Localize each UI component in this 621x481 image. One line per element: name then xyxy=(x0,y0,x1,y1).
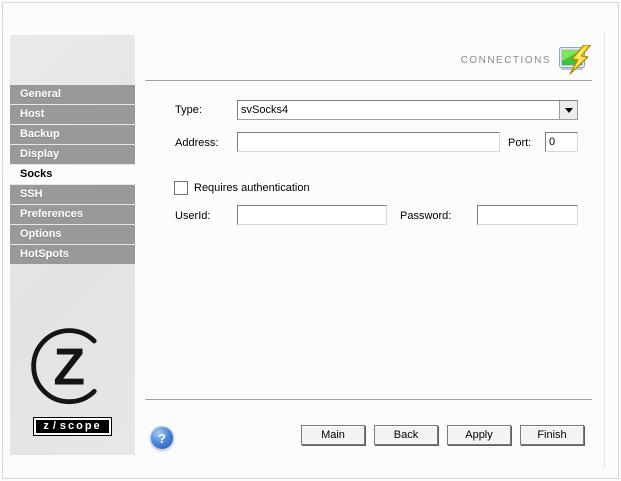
finish-button[interactable]: Finish xyxy=(520,425,584,445)
userid-input[interactable] xyxy=(237,205,387,225)
zscope-logo: Z z / scope xyxy=(10,322,135,436)
sidebar-item-ssh[interactable]: SSH xyxy=(10,185,135,204)
port-input[interactable] xyxy=(545,132,578,152)
type-dropdown-value: svSocks4 xyxy=(241,104,289,116)
type-label: Type: xyxy=(175,104,202,116)
main-button[interactable]: Main xyxy=(301,425,365,445)
apply-button[interactable]: Apply xyxy=(447,425,511,445)
sidebar-item-hotspots[interactable]: HotSpots xyxy=(10,245,135,264)
zscope-z-mark-icon: Z xyxy=(30,328,107,405)
sidebar-menu: General Host Backup Display Socks SSH Pr… xyxy=(10,85,135,265)
chevron-down-icon xyxy=(564,107,573,113)
wordmark-slash: / xyxy=(52,420,58,432)
sidebar-item-general[interactable]: General xyxy=(10,85,135,104)
display-lightning-icon xyxy=(559,45,592,75)
wordmark-z: z xyxy=(43,420,51,432)
sidebar-item-host[interactable]: Host xyxy=(10,105,135,124)
back-button[interactable]: Back xyxy=(374,425,438,445)
header-divider xyxy=(145,80,592,81)
help-icon[interactable]: ? xyxy=(150,426,174,450)
footer-divider xyxy=(145,399,592,400)
sidebar: General Host Backup Display Socks SSH Pr… xyxy=(10,35,135,455)
userid-label: UserId: xyxy=(175,210,211,222)
password-label: Password: xyxy=(400,210,452,222)
sidebar-item-socks[interactable]: Socks xyxy=(10,165,135,184)
type-dropdown-button[interactable] xyxy=(559,101,577,119)
page-header: CONNECTIONS xyxy=(145,42,593,78)
password-input[interactable] xyxy=(477,205,578,225)
content-edge-divider xyxy=(604,30,605,469)
sidebar-item-display[interactable]: Display xyxy=(10,145,135,164)
footer-buttons: Main Back Apply Finish xyxy=(301,425,584,445)
requires-auth-label: Requires authentication xyxy=(194,182,310,194)
requires-auth-checkbox[interactable] xyxy=(174,181,188,195)
type-dropdown[interactable]: svSocks4 xyxy=(237,100,578,120)
address-input[interactable] xyxy=(237,132,500,152)
sidebar-item-preferences[interactable]: Preferences xyxy=(10,205,135,224)
port-label: Port: xyxy=(508,137,532,149)
zscope-wordmark: z / scope xyxy=(33,417,112,436)
sidebar-item-options[interactable]: Options xyxy=(10,225,135,244)
address-label: Address: xyxy=(175,137,219,149)
wordmark-scope: scope xyxy=(59,420,102,432)
svg-text:Z: Z xyxy=(53,337,85,395)
connections-settings-window: General Host Backup Display Socks SSH Pr… xyxy=(0,0,621,481)
sidebar-item-backup[interactable]: Backup xyxy=(10,125,135,144)
page-title: CONNECTIONS xyxy=(460,54,551,66)
